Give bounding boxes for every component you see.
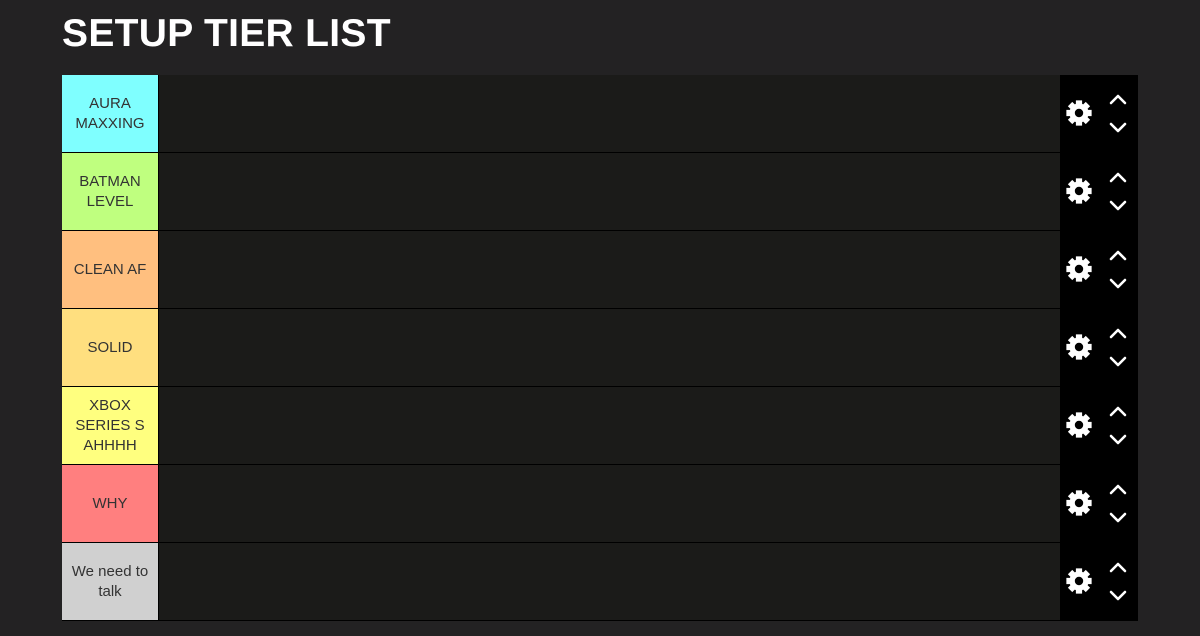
chevron-up-icon bbox=[1109, 406, 1127, 417]
tier-board: AURA MAXXING BATMAN LEVEL CLEAN AF SOLID… bbox=[62, 75, 1138, 621]
tier-label-text: SOLID bbox=[87, 338, 133, 356]
move-down-button[interactable] bbox=[1108, 355, 1128, 369]
chevron-up-icon bbox=[1109, 562, 1127, 573]
move-up-button[interactable] bbox=[1108, 92, 1128, 106]
tier-label[interactable]: BATMAN LEVEL bbox=[62, 153, 159, 231]
move-up-button[interactable] bbox=[1108, 482, 1128, 496]
tier-label[interactable]: XBOX SERIES S AHHHH bbox=[62, 387, 159, 465]
tier-row: BATMAN LEVEL bbox=[62, 153, 1138, 231]
tier-row: AURA MAXXING bbox=[62, 75, 1138, 153]
move-up-button[interactable] bbox=[1108, 404, 1128, 418]
gear-icon bbox=[1066, 256, 1092, 282]
move-down-button[interactable] bbox=[1108, 277, 1128, 291]
tier-drop-zone[interactable] bbox=[159, 387, 1060, 465]
chevron-down-icon bbox=[1109, 200, 1127, 211]
chevron-up-icon bbox=[1109, 484, 1127, 495]
move-down-button[interactable] bbox=[1108, 511, 1128, 525]
move-up-button[interactable] bbox=[1108, 170, 1128, 184]
tier-drop-zone[interactable] bbox=[159, 75, 1060, 153]
tier-label[interactable]: SOLID bbox=[62, 309, 159, 387]
tier-label-text: WHY bbox=[92, 494, 128, 512]
tier-label-text: We need to talk bbox=[71, 562, 149, 600]
tier-controls bbox=[1060, 543, 1138, 621]
gear-icon bbox=[1066, 490, 1092, 516]
tier-drop-zone[interactable] bbox=[159, 465, 1060, 543]
move-up-button[interactable] bbox=[1108, 560, 1128, 574]
settings-button[interactable] bbox=[1065, 567, 1093, 595]
settings-button[interactable] bbox=[1065, 255, 1093, 283]
tier-label[interactable]: AURA MAXXING bbox=[62, 75, 159, 153]
tier-row: WHY bbox=[62, 465, 1138, 543]
chevron-down-icon bbox=[1109, 122, 1127, 133]
tier-controls bbox=[1060, 387, 1138, 465]
move-up-button[interactable] bbox=[1108, 326, 1128, 340]
tier-drop-zone[interactable] bbox=[159, 309, 1060, 387]
move-down-button[interactable] bbox=[1108, 589, 1128, 603]
tier-label[interactable]: We need to talk bbox=[62, 543, 159, 621]
tier-controls bbox=[1060, 231, 1138, 309]
gear-icon bbox=[1066, 334, 1092, 360]
tier-controls bbox=[1060, 153, 1138, 231]
tier-label-text: CLEAN AF bbox=[73, 260, 147, 278]
chevron-down-icon bbox=[1109, 512, 1127, 523]
gear-icon bbox=[1066, 178, 1092, 204]
move-down-button[interactable] bbox=[1108, 121, 1128, 135]
page-title: SETUP TIER LIST bbox=[62, 12, 391, 55]
move-down-button[interactable] bbox=[1108, 199, 1128, 213]
chevron-up-icon bbox=[1109, 328, 1127, 339]
gear-icon bbox=[1066, 412, 1092, 438]
tier-row: SOLID bbox=[62, 309, 1138, 387]
tier-row: We need to talk bbox=[62, 543, 1138, 621]
settings-button[interactable] bbox=[1065, 489, 1093, 517]
move-up-button[interactable] bbox=[1108, 248, 1128, 262]
chevron-down-icon bbox=[1109, 434, 1127, 445]
gear-icon bbox=[1066, 568, 1092, 594]
tier-drop-zone[interactable] bbox=[159, 153, 1060, 231]
gear-icon bbox=[1066, 100, 1092, 126]
tier-label-text: BATMAN LEVEL bbox=[79, 172, 141, 210]
tier-controls bbox=[1060, 465, 1138, 543]
tier-drop-zone[interactable] bbox=[159, 231, 1060, 309]
tier-label-text: XBOX SERIES S AHHHH bbox=[75, 396, 145, 454]
chevron-down-icon bbox=[1109, 590, 1127, 601]
settings-button[interactable] bbox=[1065, 411, 1093, 439]
chevron-down-icon bbox=[1109, 278, 1127, 289]
chevron-up-icon bbox=[1109, 250, 1127, 261]
settings-button[interactable] bbox=[1065, 177, 1093, 205]
tier-row: XBOX SERIES S AHHHH bbox=[62, 387, 1138, 465]
tier-row: CLEAN AF bbox=[62, 231, 1138, 309]
tier-drop-zone[interactable] bbox=[159, 543, 1060, 621]
chevron-down-icon bbox=[1109, 356, 1127, 367]
chevron-up-icon bbox=[1109, 172, 1127, 183]
tier-controls bbox=[1060, 75, 1138, 153]
tier-label[interactable]: CLEAN AF bbox=[62, 231, 159, 309]
tier-controls bbox=[1060, 309, 1138, 387]
tier-label[interactable]: WHY bbox=[62, 465, 159, 543]
move-down-button[interactable] bbox=[1108, 433, 1128, 447]
chevron-up-icon bbox=[1109, 94, 1127, 105]
tier-label-text: AURA MAXXING bbox=[75, 94, 145, 132]
settings-button[interactable] bbox=[1065, 333, 1093, 361]
settings-button[interactable] bbox=[1065, 99, 1093, 127]
